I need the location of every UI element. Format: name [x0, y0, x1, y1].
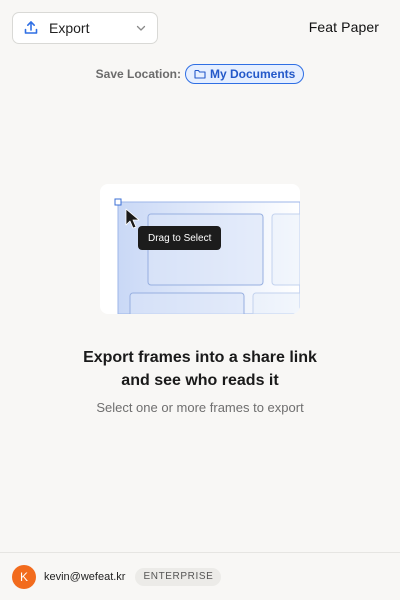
- export-dropdown[interactable]: Export: [12, 12, 158, 44]
- brand-name: Feat Paper: [308, 19, 379, 35]
- drag-select-illustration: Drag to Select: [100, 184, 300, 314]
- chevron-down-icon: [135, 22, 147, 34]
- headline-line-2: and see who reads it: [121, 372, 279, 389]
- account-footer: K kevin@wefeat.kr ENTERPRISE: [0, 552, 400, 600]
- empty-state-subtext: Select one or more frames to export: [96, 400, 304, 415]
- frame-thumbnail: [252, 292, 300, 314]
- selection-handle: [114, 198, 122, 206]
- account-email: kevin@wefeat.kr: [44, 570, 126, 583]
- empty-state-headline: Export frames into a share link and see …: [0, 346, 400, 392]
- folder-name: My Documents: [210, 67, 296, 81]
- avatar[interactable]: K: [12, 564, 36, 589]
- save-location-row: Save Location: My Documents: [0, 64, 400, 84]
- frame-thumbnail: [271, 213, 300, 286]
- headline-line-1: Export frames into a share link: [83, 349, 317, 366]
- plan-badge: ENTERPRISE: [135, 567, 222, 586]
- upload-icon: [23, 20, 39, 36]
- export-label: Export: [49, 20, 90, 36]
- folder-picker-button[interactable]: My Documents: [185, 64, 305, 84]
- folder-icon: [194, 68, 206, 80]
- drag-to-select-tooltip: Drag to Select: [138, 226, 222, 250]
- save-location-label: Save Location:: [95, 67, 181, 81]
- frame-thumbnail: [129, 292, 245, 314]
